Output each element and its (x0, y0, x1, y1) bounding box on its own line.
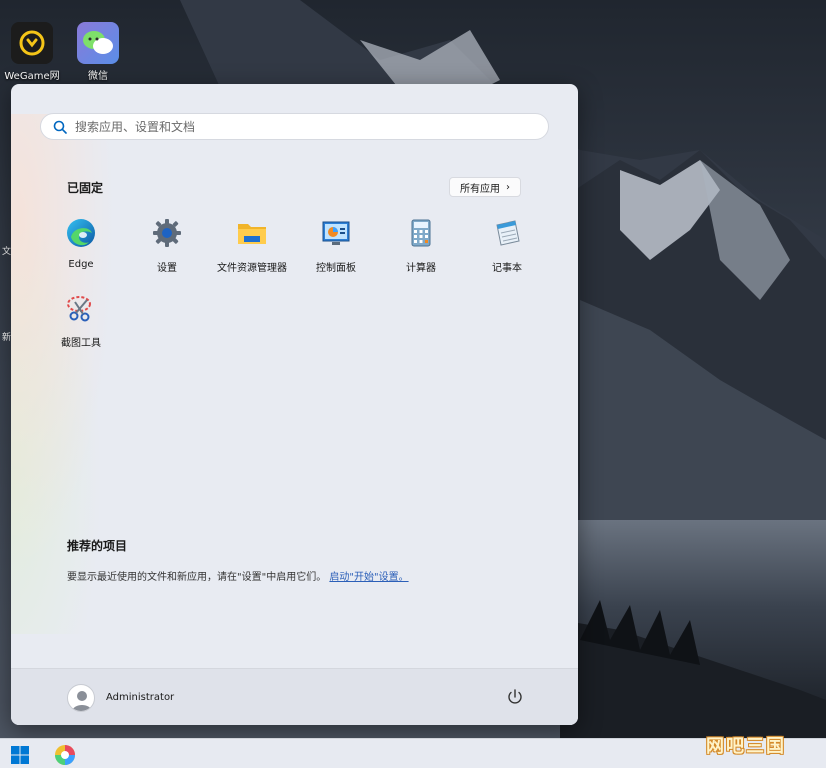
desktop-icon-label: 微信 (88, 71, 108, 82)
notepad-icon (496, 220, 520, 246)
pinned-section-title: 已固定 (67, 181, 104, 195)
user-avatar-button[interactable] (67, 684, 95, 712)
snipping-tool-icon (67, 296, 91, 322)
taskbar (0, 738, 826, 768)
search-box[interactable] (40, 113, 549, 140)
desktop-icon-label: WeGame网 (4, 71, 60, 82)
desktop-icon-wegame[interactable]: WeGame网 (0, 22, 64, 82)
start-menu: 已固定 所有应用 › Edge (11, 84, 578, 725)
desktop-icon-wechat[interactable]: 微信 (66, 22, 130, 82)
pinned-app-control-panel[interactable]: 控制面板 (294, 217, 378, 274)
all-apps-button[interactable]: 所有应用 › (449, 177, 521, 197)
start-settings-link[interactable]: 启动"开始"设置。 (329, 572, 408, 583)
user-name[interactable]: Administrator (106, 692, 174, 703)
taskbar-app-icon[interactable] (54, 744, 76, 766)
desktop-label-partial: 文 (2, 247, 12, 257)
calculator-icon (411, 219, 431, 247)
pinned-app-settings[interactable]: 设置 (125, 217, 209, 274)
search-icon (53, 120, 67, 134)
recommended-section-title: 推荐的项目 (67, 539, 128, 553)
pinned-app-notepad[interactable]: 记事本 (465, 217, 549, 274)
chevron-right-icon: › (506, 181, 510, 193)
desktop-label-partial: 新 (2, 333, 12, 343)
recommended-description: 要显示最近使用的文件和新应用，请在"设置"中启用它们。 启动"开始"设置。 (67, 568, 409, 583)
app-label: 计算器 (406, 263, 436, 274)
edge-icon (67, 219, 95, 247)
app-label: 设置 (157, 263, 177, 274)
search-input[interactable] (75, 119, 515, 134)
app-label: 记事本 (492, 263, 522, 274)
power-icon[interactable] (505, 687, 525, 707)
app-label: 截图工具 (61, 338, 101, 349)
pinned-app-calculator[interactable]: 计算器 (379, 217, 463, 274)
pinned-app-snipping-tool[interactable]: 截图工具 (39, 292, 123, 349)
app-label: 文件资源管理器 (217, 263, 287, 274)
app-label: Edge (68, 259, 94, 270)
pinned-app-edge[interactable]: Edge (39, 217, 123, 270)
user-icon (72, 691, 92, 711)
pinned-app-file-explorer[interactable]: 文件资源管理器 (210, 217, 294, 274)
all-apps-label: 所有应用 (460, 183, 500, 195)
recommended-text: 要显示最近使用的文件和新应用，请在"设置"中启用它们。 (67, 572, 327, 583)
app-label: 控制面板 (316, 263, 356, 274)
start-menu-footer: Administrator (11, 668, 578, 725)
windows-start-icon[interactable] (10, 745, 30, 765)
wegame-icon (11, 22, 53, 64)
folder-icon (238, 224, 266, 244)
watermark-logo: 网吧三国 (706, 736, 786, 757)
control-panel-icon (322, 221, 350, 245)
wechat-icon (77, 22, 119, 64)
gear-icon (153, 219, 181, 247)
